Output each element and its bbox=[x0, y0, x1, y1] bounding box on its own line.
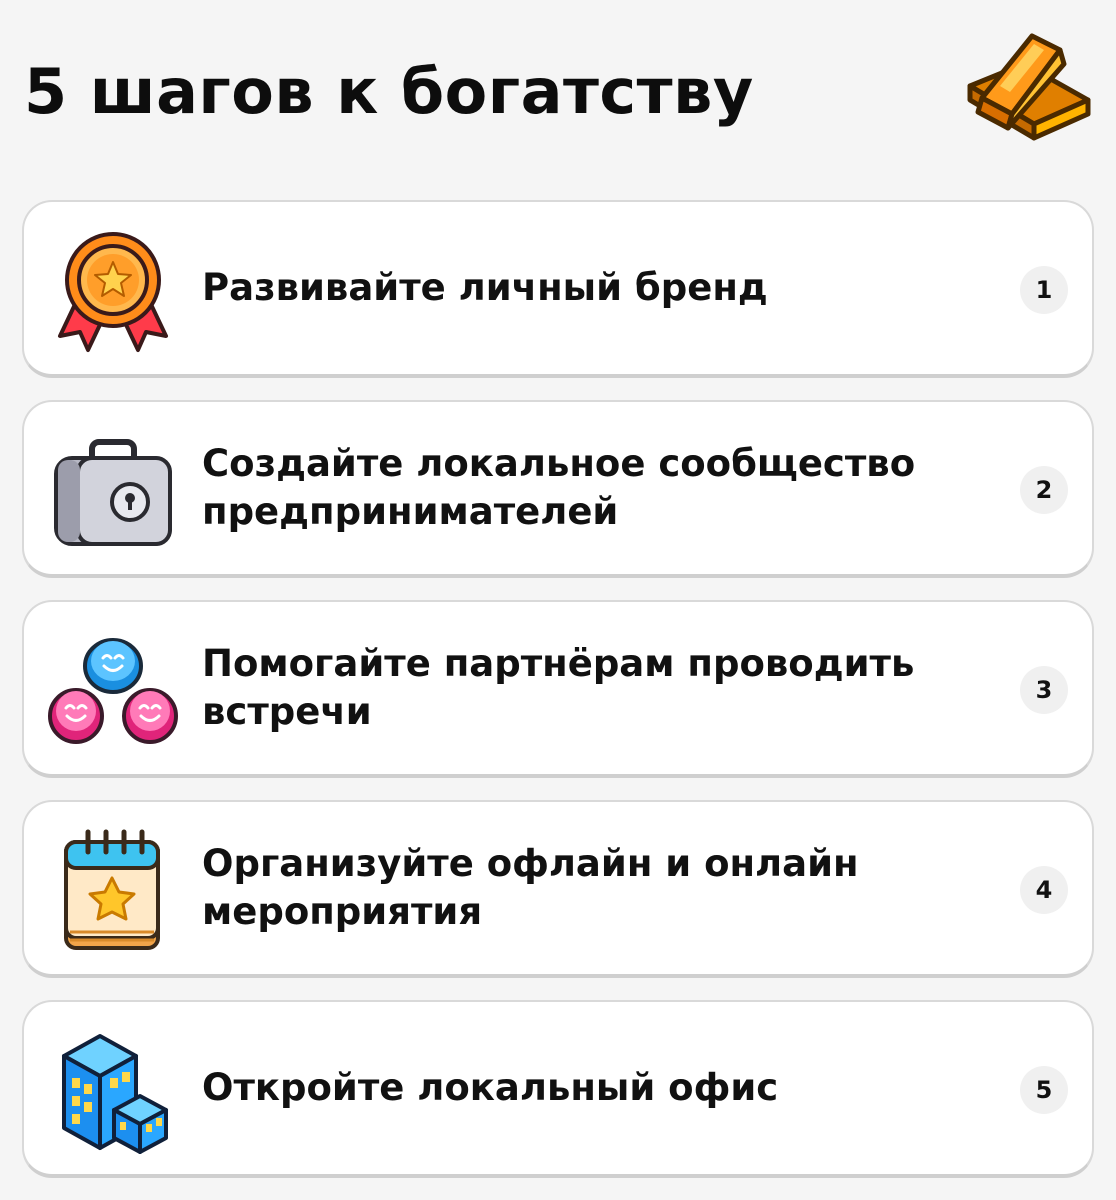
step-number-badge: 5 bbox=[1020, 1066, 1068, 1114]
step-card-2[interactable]: Создайте локальное сообщество предприним… bbox=[22, 400, 1094, 578]
briefcase-icon bbox=[48, 428, 178, 554]
step-label: Развивайте личный бренд bbox=[202, 266, 768, 309]
step-card-1[interactable]: Развивайте личный бренд 1 bbox=[22, 200, 1094, 378]
page-title: 5 шагов к богатству bbox=[24, 55, 754, 128]
step-number-badge: 2 bbox=[1020, 466, 1068, 514]
medal-icon bbox=[48, 228, 178, 354]
step-card-5[interactable]: Откройте локальный офис 5 bbox=[22, 1000, 1094, 1178]
gold-bars-icon bbox=[960, 28, 1096, 148]
step-label: Помогайте партнёрам проводить встречи bbox=[202, 642, 915, 733]
step-card-4[interactable]: Организуйте офлайн и онлайн мероприятия … bbox=[22, 800, 1094, 978]
people-icon bbox=[48, 628, 178, 754]
step-label: Организуйте офлайн и онлайн мероприятия bbox=[202, 842, 859, 933]
step-number-badge: 4 bbox=[1020, 866, 1068, 914]
calendar-star-icon bbox=[48, 828, 178, 954]
step-number-badge: 3 bbox=[1020, 666, 1068, 714]
steps-list: Развивайте личный бренд 1 Создайте локал… bbox=[22, 200, 1094, 1200]
office-building-icon bbox=[48, 1028, 178, 1154]
step-card-3[interactable]: Помогайте партнёрам проводить встречи 3 bbox=[22, 600, 1094, 778]
step-label: Откройте локальный офис bbox=[202, 1066, 779, 1109]
page: 5 шагов к богатству Развивайте личный бр… bbox=[0, 0, 1116, 1200]
step-number-badge: 1 bbox=[1020, 266, 1068, 314]
step-label: Создайте локальное сообщество предприним… bbox=[202, 442, 916, 533]
